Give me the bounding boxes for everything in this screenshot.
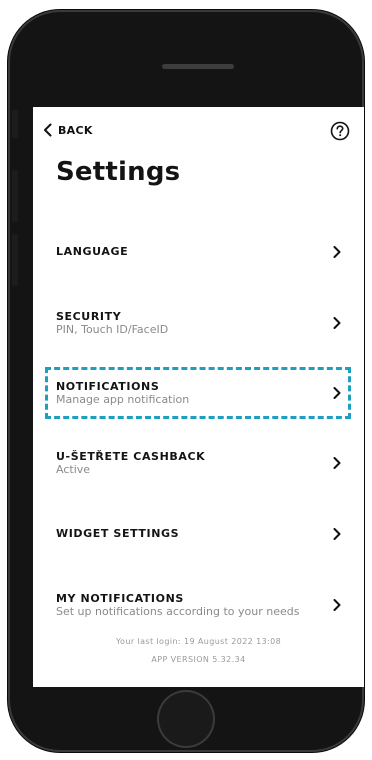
app-version-text: APP VERSION 5.32.34 (151, 655, 246, 664)
volume-down-button (12, 234, 18, 286)
menu-item-subtitle: Set up notifications according to your n… (56, 605, 300, 618)
menu-item-title: LANGUAGE (56, 245, 129, 258)
menu-item-title: U-ŠETŘETE CASHBACK (56, 450, 206, 463)
menu-item-security[interactable]: SECURITY PIN, Touch ID/FaceID (33, 297, 364, 349)
help-button[interactable] (330, 121, 350, 145)
menu-item-title: NOTIFICATIONS (56, 380, 160, 393)
page-title: Settings (56, 157, 181, 187)
help-circle-icon (330, 121, 350, 141)
menu-item-title: SECURITY (56, 310, 122, 323)
back-label: BACK (58, 123, 93, 137)
home-button[interactable] (157, 690, 215, 748)
speaker-grille (162, 64, 234, 69)
chevron-right-icon (333, 457, 341, 469)
menu-item-widget-settings[interactable]: WIDGET SETTINGS (33, 509, 364, 559)
menu-item-title: WIDGET SETTINGS (56, 527, 180, 540)
chevron-right-icon (333, 387, 341, 399)
menu-item-subtitle: Active (56, 463, 91, 476)
chevron-right-icon (333, 599, 341, 611)
volume-up-button (12, 170, 18, 222)
last-login-text: Your last login: 19 August 2022 13:08 (115, 637, 282, 646)
mute-switch (12, 110, 18, 138)
phone-frame: BACK Settings LANGUAGE SECURITY PIN, Tou… (8, 10, 364, 752)
top-bar: BACK (33, 107, 364, 155)
menu-item-notifications[interactable]: NOTIFICATIONS Manage app notification (33, 367, 364, 419)
chevron-right-icon (333, 317, 341, 329)
back-button[interactable]: BACK (43, 123, 93, 137)
menu-item-cashback[interactable]: U-ŠETŘETE CASHBACK Active (33, 437, 364, 489)
menu-item-language[interactable]: LANGUAGE (33, 227, 364, 277)
menu-item-my-notifications[interactable]: MY NOTIFICATIONS Set up notifications ac… (33, 579, 364, 631)
menu-item-subtitle: Manage app notification (56, 393, 190, 406)
chevron-left-icon (44, 123, 52, 137)
chevron-right-icon (333, 246, 341, 258)
app-screen: BACK Settings LANGUAGE SECURITY PIN, Tou… (33, 107, 364, 687)
chevron-right-icon (333, 528, 341, 540)
menu-item-subtitle: PIN, Touch ID/FaceID (56, 323, 169, 336)
menu-item-title: MY NOTIFICATIONS (56, 592, 184, 605)
